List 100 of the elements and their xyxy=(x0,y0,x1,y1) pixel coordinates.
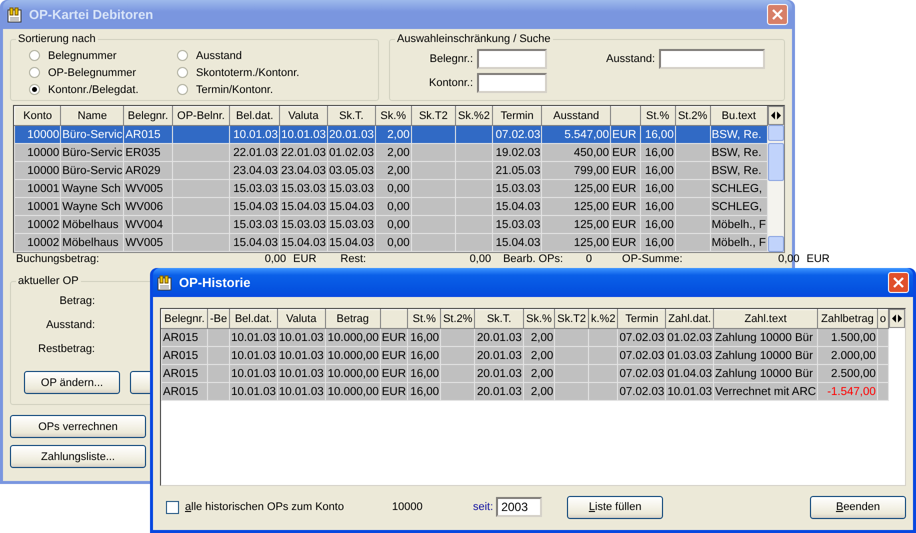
radio-button[interactable] xyxy=(177,50,188,61)
column-header[interactable]: Termin xyxy=(618,310,666,328)
column-header[interactable]: Zahl.dat. xyxy=(666,310,714,328)
summary-label: Bearb. OPs: xyxy=(503,253,564,266)
column-header[interactable]: Termin xyxy=(492,106,542,126)
button[interactable]: OP ändern... xyxy=(24,371,120,394)
table-row[interactable]: 10000 Büro-Servic ER035 22.01.03 22.01.03 01.02.03 2,00 19.02.03 450,00 EUR 16,00 BSW, Re. xyxy=(14,144,768,162)
radio-label[interactable]: Ausstand xyxy=(196,50,242,62)
table-row[interactable]: 10000 Büro-Servic AR029 23.04.03 23.04.03 03.05.03 2,00 21.05.03 799,00 EUR 16,00 BSW, Re. xyxy=(14,162,768,180)
column-header[interactable]: OP-Belnr. xyxy=(172,106,230,126)
field-label: Belegnr.: xyxy=(428,53,474,65)
column-header[interactable]: Sk.T2 xyxy=(554,310,588,328)
column-header[interactable]: Zahl.text xyxy=(714,310,818,328)
input-field[interactable] xyxy=(477,49,548,69)
column-header[interactable]: Zahlbetrag xyxy=(818,310,878,328)
column-header[interactable]: Konto xyxy=(14,106,61,126)
table-row[interactable]: 10002 Möbelhaus WV004 15.03.03 15.03.03 15.03.03 0,00 15.03.03 125,00 EUR 16,00 Möbelh., F xyxy=(14,216,768,234)
button[interactable]: OPs verrechnen xyxy=(10,415,146,438)
radio-button[interactable] xyxy=(29,50,40,61)
table-cell: Möbelhaus xyxy=(60,234,124,252)
column-header[interactable]: o xyxy=(877,310,888,328)
input-field[interactable] xyxy=(477,73,548,93)
field-label: Betrag: xyxy=(58,295,95,309)
column-header[interactable]: -Be xyxy=(207,310,230,328)
column-header[interactable] xyxy=(610,106,640,126)
column-header[interactable]: Sk.%2 xyxy=(456,106,492,126)
column-header[interactable]: St.% xyxy=(640,106,676,126)
table-row[interactable]: 10001 Wayne Sch WV006 15.04.03 15.04.03 15.04.03 0,00 15.04.03 125,00 EUR 16,00 SCHLEG, xyxy=(14,198,768,216)
radio-button[interactable] xyxy=(29,67,40,78)
summary-value: 0 xyxy=(584,253,592,266)
radio-button[interactable] xyxy=(29,84,40,95)
account-number: 10000 xyxy=(392,501,424,513)
table-cell: 125,00 xyxy=(542,234,611,252)
radio-label[interactable]: OP-Belegnummer xyxy=(48,66,136,78)
summary-value: 0,00 xyxy=(777,253,800,266)
scroll-arrows-icon xyxy=(889,309,905,328)
column-header[interactable]: Sk.T2 xyxy=(411,106,456,126)
table-cell: AR015 xyxy=(162,382,208,400)
checkbox[interactable]: alle historischen OPs zum Konto xyxy=(166,500,392,514)
column-header[interactable]: Sk.% xyxy=(375,106,412,126)
button[interactable]: Zahlungsliste... xyxy=(10,445,146,468)
button[interactable]: Liste füllen xyxy=(567,496,664,518)
radio-label[interactable]: Skontoterm./Kontonr. xyxy=(196,66,300,78)
column-header[interactable]: Betrag xyxy=(325,310,380,328)
column-header[interactable]: Valuta xyxy=(277,310,326,328)
column-header[interactable]: St.2% xyxy=(440,310,475,328)
scroll-arrows-icon xyxy=(768,106,784,125)
table-cell: 10.01.03 xyxy=(666,382,714,400)
notepad-icon xyxy=(157,274,173,290)
field-label: Restbetrag: xyxy=(37,343,95,357)
table-cell: 16,00 xyxy=(408,382,441,400)
radio-label[interactable]: Belegnummer xyxy=(48,50,116,62)
column-header[interactable]: Bel.dat. xyxy=(230,106,280,126)
column-header[interactable]: Belegnr. xyxy=(124,106,172,126)
group-label: Auswahleinschränkung / Suche xyxy=(396,33,552,45)
radio-label[interactable]: Kontonr./Belegdat. xyxy=(48,84,139,96)
table-row[interactable]: 10002 Möbelhaus WV005 15.04.03 15.04.03 15.04.03 0,00 15.04.03 125,00 EUR 16,00 Möbelh., F xyxy=(14,234,768,252)
summary-label: Buchungsbetrag: xyxy=(16,253,100,266)
summary-value: 0,00 xyxy=(468,253,492,266)
column-header[interactable]: St.% xyxy=(408,310,441,328)
field-label: seit: xyxy=(473,501,494,513)
radio-button[interactable] xyxy=(177,67,188,78)
window-title: OP-Historie xyxy=(179,275,252,290)
window-title: OP-Kartei Debitoren xyxy=(29,7,154,22)
column-header[interactable]: St.2% xyxy=(675,106,710,126)
vertical-scrollbar[interactable] xyxy=(768,125,784,252)
column-header[interactable]: Bel.dat. xyxy=(230,310,278,328)
column-header[interactable]: Bu.text xyxy=(710,106,768,126)
field-label: Ausstand: xyxy=(45,319,95,333)
button[interactable]: Beenden xyxy=(810,496,906,518)
column-header[interactable]: Sk.T. xyxy=(474,310,524,328)
column-header[interactable]: k.%2 xyxy=(588,310,618,328)
table-cell: 10.01.03 xyxy=(277,382,326,400)
group-label: aktueller OP xyxy=(17,275,80,287)
notepad-icon xyxy=(7,6,23,22)
table-cell: WV005 xyxy=(124,234,172,252)
radio-label[interactable]: Termin/Kontonr. xyxy=(196,84,274,96)
column-header[interactable]: Sk.% xyxy=(523,310,555,328)
input-field[interactable] xyxy=(659,49,766,69)
summary-value: 0,00 xyxy=(264,253,286,266)
table-cell: 10.000,00 xyxy=(325,382,380,400)
column-header[interactable]: Valuta xyxy=(279,106,328,126)
table-cell: 15.04.03 xyxy=(279,234,328,252)
table-row[interactable]: 10001 Wayne Sch WV005 15.03.03 15.03.03 15.03.03 0,00 15.03.03 125,00 EUR 16,00 SCHLEG, xyxy=(14,180,768,198)
radio-button[interactable] xyxy=(177,84,188,95)
field-label: Kontonr.: xyxy=(428,77,474,89)
table-cell: EUR xyxy=(380,382,408,400)
table-cell: EUR xyxy=(610,234,640,252)
table-cell: 16,00 xyxy=(640,234,676,252)
close-button[interactable] xyxy=(888,272,909,293)
table-cell: 07.02.03 xyxy=(618,382,666,400)
table-cell: 20.01.03 xyxy=(474,382,524,400)
close-icon xyxy=(772,9,783,20)
column-header[interactable]: Ausstand xyxy=(542,106,611,126)
column-header[interactable] xyxy=(380,310,408,328)
table-row[interactable]: 10000 Büro-Servic AR015 10.01.03 10.01.03 20.01.03 2,00 07.02.03 5.547,00 EUR 16,00 BSW, Re. xyxy=(14,126,768,144)
column-header[interactable]: Name xyxy=(60,106,124,126)
input-field[interactable]: 2003 xyxy=(496,497,542,517)
column-header[interactable]: Belegnr. xyxy=(162,310,208,328)
column-header[interactable]: Sk.T. xyxy=(327,106,376,126)
